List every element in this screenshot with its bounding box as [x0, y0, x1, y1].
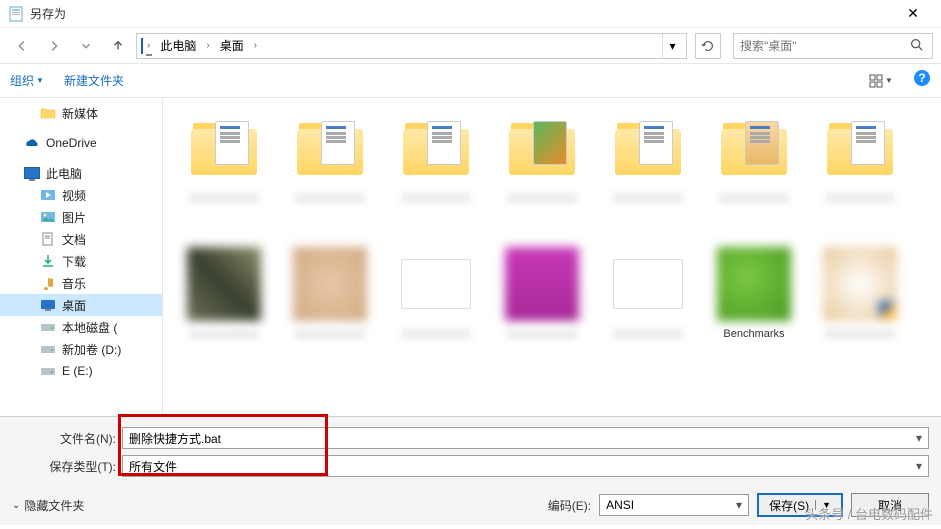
- title-bar: 另存为 ✕: [0, 0, 941, 28]
- tree-item[interactable]: 新加卷 (D:): [0, 338, 162, 360]
- file-item[interactable]: [815, 244, 905, 374]
- save-fields: 文件名(N): 删除快捷方式.bat 保存类型(T): 所有文件: [0, 416, 941, 489]
- tree-item-desktop[interactable]: 桌面: [0, 294, 162, 316]
- address-bar[interactable]: › 此电脑 › 桌面 › ▾: [136, 33, 687, 59]
- filetype-label: 保存类型(T):: [12, 458, 116, 475]
- file-item[interactable]: [497, 244, 587, 374]
- folder-item[interactable]: [497, 108, 587, 238]
- encoding-label: 编码(E):: [548, 497, 591, 514]
- navigation-bar: › 此电脑 › 桌面 › ▾: [0, 28, 941, 64]
- folder-item[interactable]: [815, 108, 905, 238]
- address-dropdown[interactable]: ▾: [662, 34, 682, 58]
- folder-item[interactable]: [603, 108, 693, 238]
- onedrive-icon: [24, 135, 40, 151]
- video-icon: [40, 187, 56, 203]
- folder-icon: [40, 105, 56, 121]
- toolbar: 组织 ▼ 新建文件夹 ▼ ?: [0, 64, 941, 98]
- folder-item[interactable]: [709, 108, 799, 238]
- tree-item-pc[interactable]: 此电脑: [0, 162, 162, 184]
- filename-input[interactable]: 删除快捷方式.bat: [122, 427, 929, 449]
- search-box[interactable]: [733, 33, 933, 59]
- file-item[interactable]: [603, 244, 693, 374]
- close-button[interactable]: ✕: [893, 5, 933, 22]
- pc-icon: [141, 39, 143, 53]
- breadcrumb-desktop[interactable]: 桌面: [214, 35, 250, 56]
- chevron-right-icon[interactable]: ›: [147, 40, 150, 51]
- navigation-tree: 新媒体 OneDrive 此电脑 视频 图片 文档 下载 音乐 桌面 本地磁盘 …: [0, 98, 163, 416]
- disk-icon: [40, 341, 56, 357]
- tree-item[interactable]: 本地磁盘 (: [0, 316, 162, 338]
- filename-label: 文件名(N):: [12, 430, 116, 447]
- app-icon: [8, 6, 24, 22]
- tree-item-onedrive[interactable]: OneDrive: [0, 132, 162, 154]
- chevron-down-icon: ⌄: [12, 500, 20, 511]
- tree-item[interactable]: 图片: [0, 206, 162, 228]
- breadcrumb-pc[interactable]: 此电脑: [154, 35, 202, 56]
- refresh-button[interactable]: [695, 33, 721, 59]
- new-folder-button[interactable]: 新建文件夹: [64, 72, 124, 89]
- up-button[interactable]: [104, 32, 132, 60]
- recent-dropdown[interactable]: [72, 32, 100, 60]
- tree-item[interactable]: 音乐: [0, 272, 162, 294]
- folder-item[interactable]: [179, 108, 269, 238]
- documents-icon: [40, 231, 56, 247]
- tree-item[interactable]: 文档: [0, 228, 162, 250]
- folder-item[interactable]: [285, 108, 375, 238]
- file-item[interactable]: Benchmarks: [709, 244, 799, 374]
- help-button[interactable]: ?: [913, 69, 931, 92]
- back-button[interactable]: [8, 32, 36, 60]
- svg-text:?: ?: [918, 71, 925, 85]
- view-options-button[interactable]: ▼: [869, 69, 893, 93]
- file-item[interactable]: [391, 244, 481, 374]
- downloads-icon: [40, 253, 56, 269]
- forward-button[interactable]: [40, 32, 68, 60]
- desktop-icon: [40, 297, 56, 313]
- disk-icon: [40, 319, 56, 335]
- encoding-select[interactable]: ANSI: [599, 494, 749, 516]
- tree-item[interactable]: 下载: [0, 250, 162, 272]
- search-icon[interactable]: [906, 38, 926, 54]
- cancel-button[interactable]: 取消: [851, 493, 929, 517]
- file-item[interactable]: [285, 244, 375, 374]
- main-body: 新媒体 OneDrive 此电脑 视频 图片 文档 下载 音乐 桌面 本地磁盘 …: [0, 98, 941, 416]
- search-input[interactable]: [740, 39, 906, 53]
- file-item[interactable]: [179, 244, 269, 374]
- chevron-right-icon[interactable]: ›: [206, 40, 209, 51]
- save-button[interactable]: 保存(S) ▼: [757, 493, 843, 517]
- tree-item[interactable]: 新媒体: [0, 102, 162, 124]
- file-list[interactable]: Benchmarks: [163, 98, 941, 416]
- pictures-icon: [40, 209, 56, 225]
- organize-menu[interactable]: 组织 ▼: [10, 72, 44, 89]
- window-title: 另存为: [30, 5, 893, 22]
- split-dropdown-icon: ▼: [815, 500, 831, 510]
- tree-item[interactable]: 视频: [0, 184, 162, 206]
- chevron-right-icon[interactable]: ›: [254, 40, 257, 51]
- folder-item[interactable]: [391, 108, 481, 238]
- action-bar: ⌄ 隐藏文件夹 编码(E): ANSI 保存(S) ▼ 取消: [0, 489, 941, 525]
- filetype-select[interactable]: 所有文件: [122, 455, 929, 477]
- pc-icon: [24, 165, 40, 181]
- hide-folders-toggle[interactable]: ⌄ 隐藏文件夹: [12, 497, 84, 514]
- tree-item[interactable]: E (E:): [0, 360, 162, 382]
- file-label: Benchmarks: [723, 328, 784, 340]
- music-icon: [40, 275, 56, 291]
- disk-icon: [40, 363, 56, 379]
